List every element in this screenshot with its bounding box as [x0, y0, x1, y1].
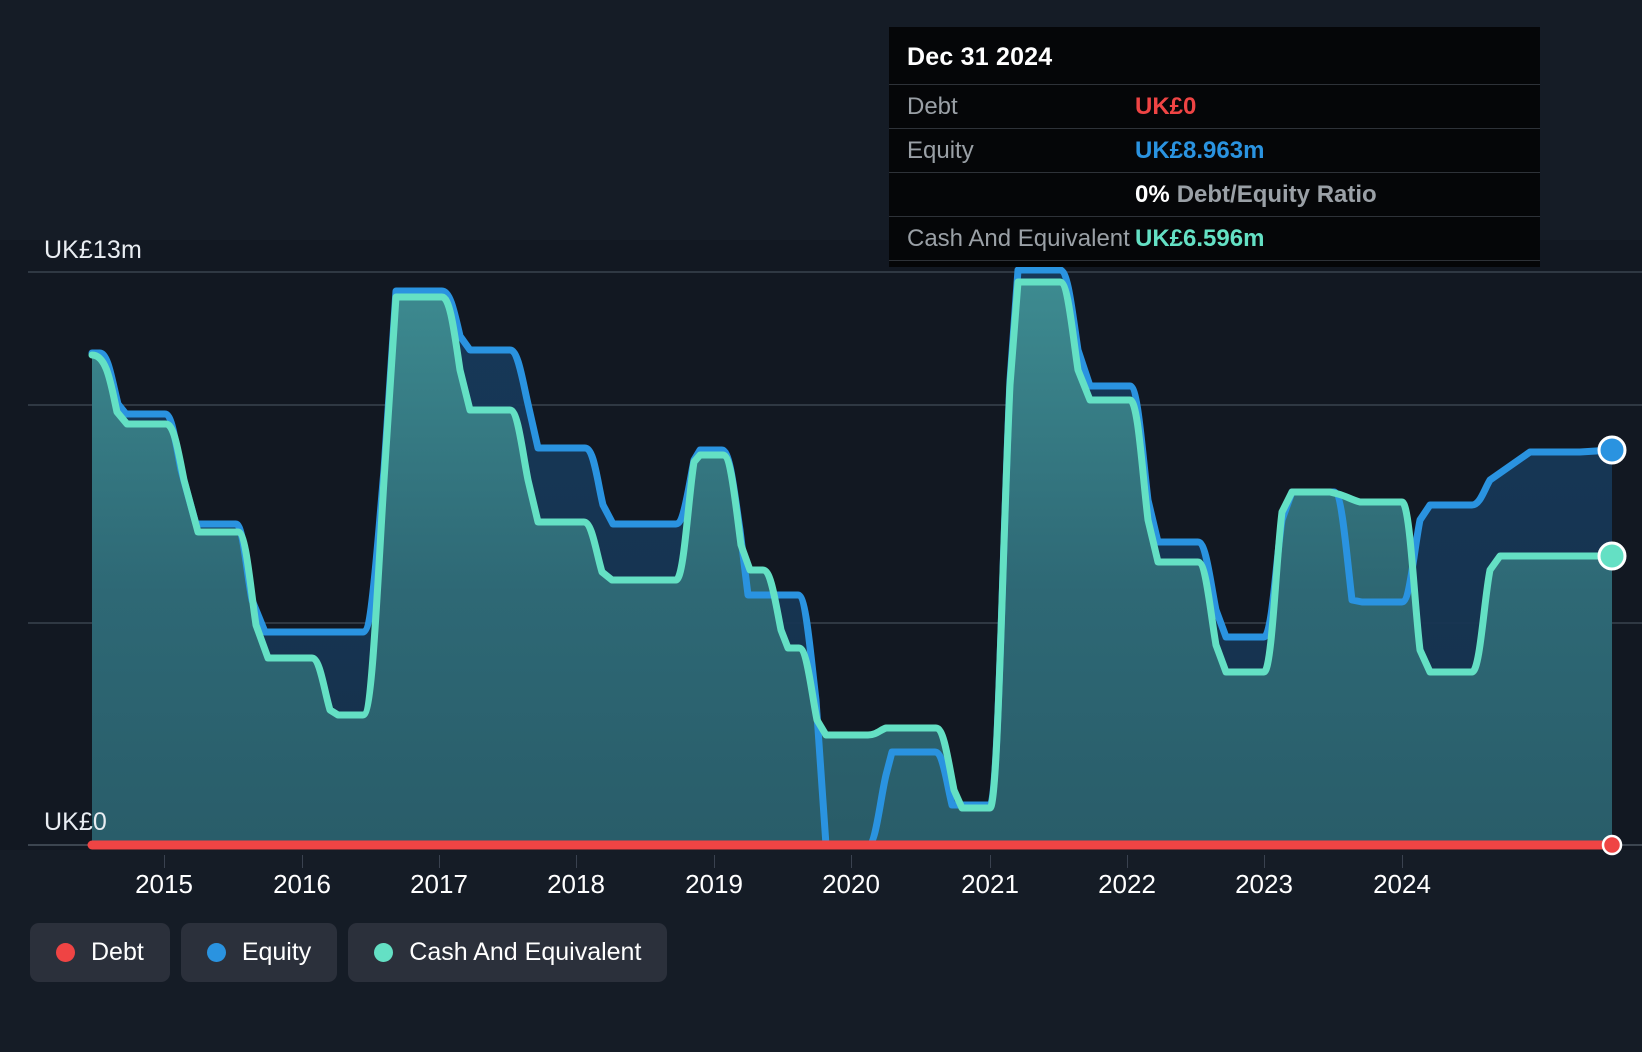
x-axis-tick-2022: [1127, 855, 1128, 868]
x-axis-tick-2019: [714, 855, 715, 868]
legend-dot-icon: [56, 943, 75, 962]
x-axis-label-2020: 2020: [822, 869, 880, 899]
legend-dot-icon: [374, 943, 394, 962]
x-axis-tick-2024: [1402, 855, 1403, 868]
x-axis-tick-2016: [302, 855, 303, 868]
legend-dot-icon: [206, 943, 226, 962]
x-axis: 2015 2016 2017 2018 2019 2020 2021 2022 2023 2024: [0, 855, 1642, 905]
x-axis-tick-2015: [164, 855, 165, 868]
tooltip-date: Dec 31 2024: [907, 43, 1053, 71]
cash-endpoint-marker: [1597, 541, 1627, 571]
y-axis-bottom-label: UK£0: [44, 808, 107, 836]
tooltip-row-cash: Cash And Equivalent UK£6.596m: [889, 216, 1540, 261]
legend-label: Cash And Equivalent: [409, 938, 642, 966]
x-axis-label-2019: 2019: [685, 869, 743, 899]
tooltip-row-ratio: 0% Debt/Equity Ratio: [889, 172, 1540, 216]
x-axis-tick-2020: [851, 855, 852, 868]
x-axis-label-2021: 2021: [961, 869, 1019, 899]
tooltip-debt-label: Debt: [907, 92, 958, 120]
x-axis-tick-2017: [439, 855, 440, 868]
debt-equity-cash-chart: UK£13m UK£0 2015 2016 2017 2018 2019 2020 2021…: [0, 0, 1642, 1052]
data-tooltip: Dec 31 2024 Debt UK£0 Equity UK£8.963m 0…: [889, 27, 1540, 267]
legend-item-cash-and-equivalent[interactable]: Cash And Equivalent: [348, 923, 668, 982]
x-axis-tick-2023: [1264, 855, 1265, 868]
x-axis-label-2023: 2023: [1235, 869, 1293, 899]
tooltip-ratio-label: Debt/Equity Ratio: [1176, 180, 1377, 208]
y-axis-top-label: UK£13m: [44, 236, 142, 264]
legend-item-equity[interactable]: Equity: [180, 923, 338, 982]
tooltip-cash-label: Cash And Equivalent: [907, 224, 1130, 252]
debt-endpoint-marker: [1601, 834, 1623, 856]
x-axis-tick-2018: [576, 855, 577, 868]
legend-label: Equity: [241, 938, 312, 966]
x-axis-tick-2021: [990, 855, 991, 868]
x-axis-label-2016: 2016: [273, 869, 331, 899]
x-axis-label-2022: 2022: [1098, 869, 1156, 899]
tooltip-equity-label: Equity: [907, 136, 974, 164]
tooltip-debt-value: UK£0: [1135, 92, 1197, 120]
tooltip-equity-value: UK£8.963m: [1135, 136, 1265, 164]
tooltip-row-equity: Equity UK£8.963m: [889, 128, 1540, 172]
legend-item-debt[interactable]: Debt: [30, 923, 170, 982]
x-axis-label-2024: 2024: [1373, 869, 1431, 899]
x-axis-label-2017: 2017: [410, 869, 468, 899]
chart-legend: Debt Equity Cash And Equivalent: [30, 923, 668, 982]
x-axis-label-2015: 2015: [135, 869, 193, 899]
x-axis-label-2018: 2018: [547, 869, 605, 899]
equity-endpoint-marker: [1597, 435, 1627, 465]
tooltip-ratio-group: 0% Debt/Equity Ratio: [1135, 181, 1377, 209]
tooltip-ratio-value: 0%: [1135, 180, 1170, 208]
tooltip-row-debt: Debt UK£0: [889, 84, 1540, 128]
tooltip-cash-value: UK£6.596m: [1135, 224, 1265, 252]
legend-label: Debt: [91, 938, 144, 966]
